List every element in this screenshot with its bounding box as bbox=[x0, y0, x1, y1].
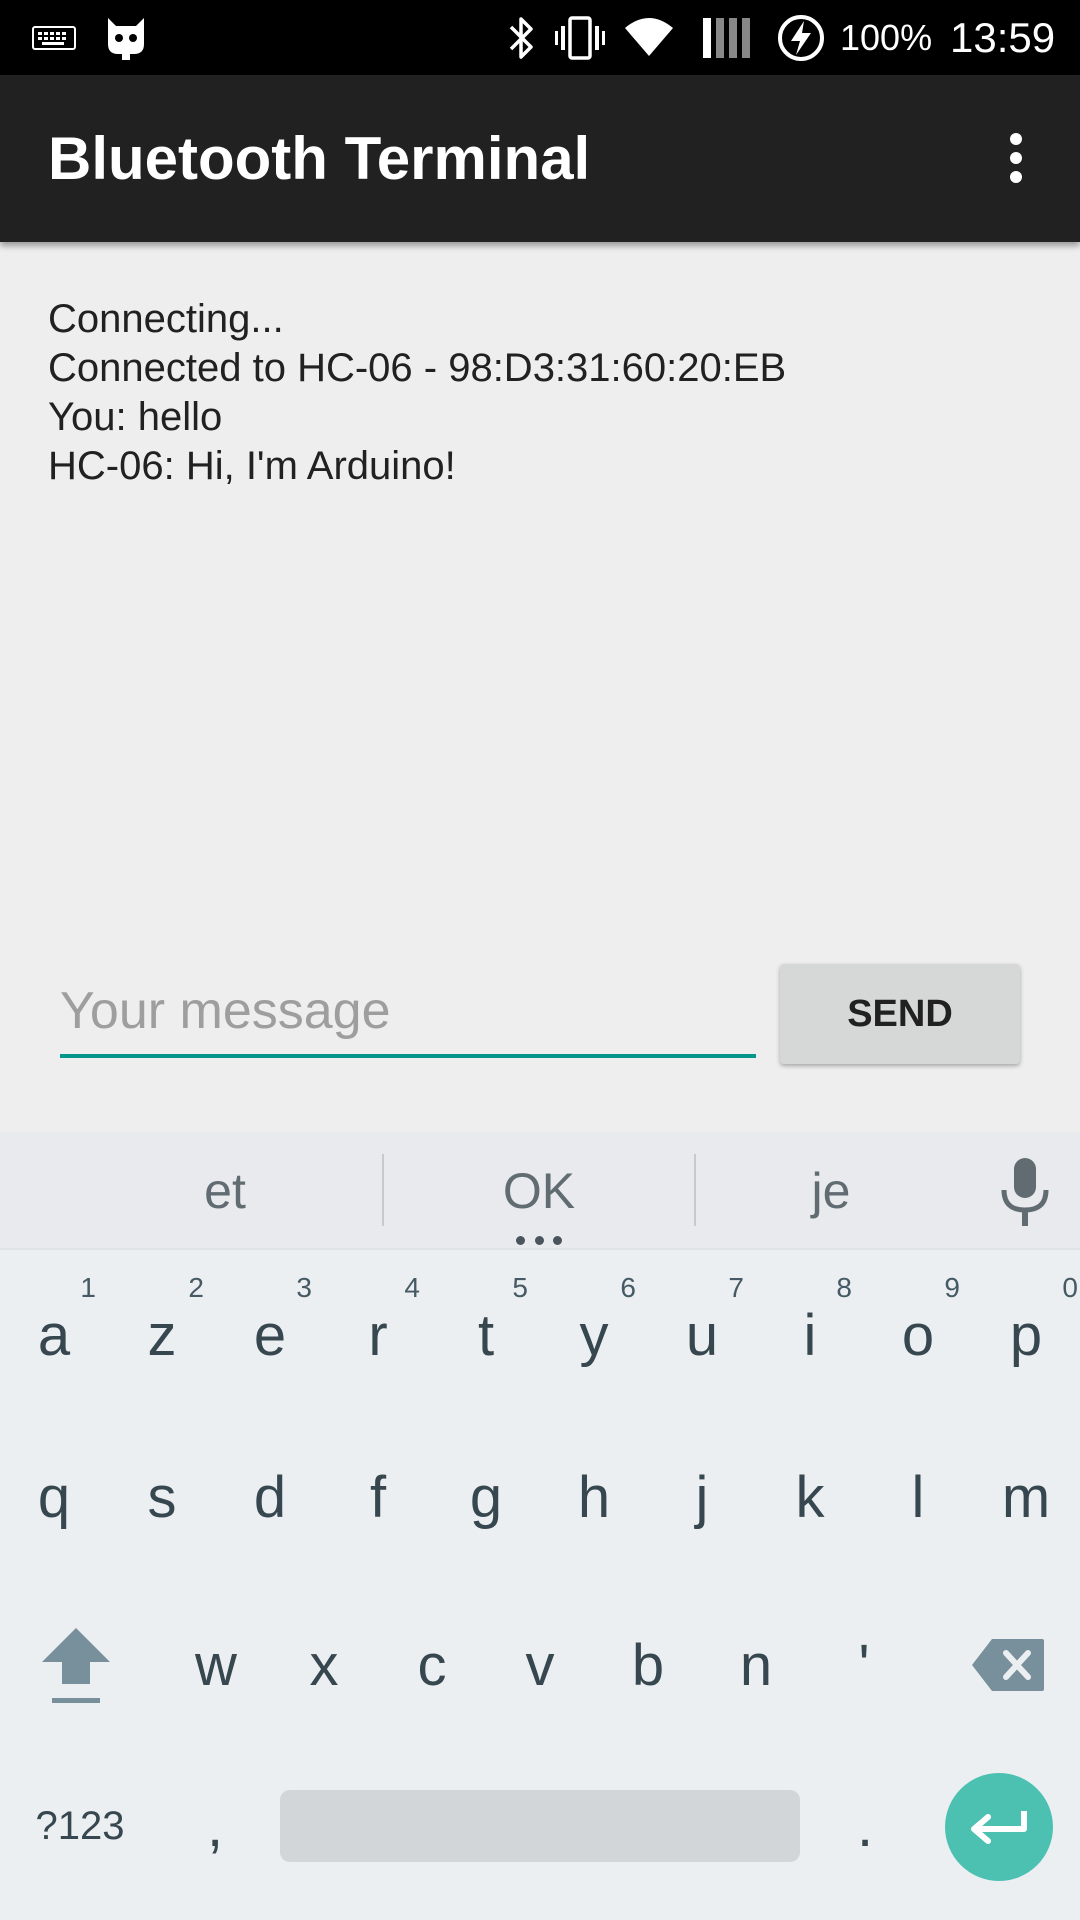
key-g[interactable]: g bbox=[432, 1422, 540, 1572]
shift-key[interactable] bbox=[20, 1590, 132, 1740]
key-comma[interactable]: , bbox=[160, 1766, 270, 1886]
key-u[interactable]: u7 bbox=[648, 1260, 756, 1410]
enter-icon bbox=[971, 1811, 1027, 1844]
key-t[interactable]: t5 bbox=[432, 1260, 540, 1410]
key-h[interactable]: h bbox=[540, 1422, 648, 1572]
battery-charging-icon bbox=[774, 0, 828, 75]
terminal-line: Connecting... bbox=[48, 297, 284, 341]
cyanogen-icon bbox=[102, 0, 150, 75]
suggestion-item[interactable]: et bbox=[70, 1132, 380, 1250]
signal-icon bbox=[700, 0, 756, 75]
status-bar: 100% 13:59 bbox=[0, 0, 1080, 75]
key-j[interactable]: j bbox=[648, 1422, 756, 1572]
key-r[interactable]: r4 bbox=[324, 1260, 432, 1410]
app-bar: Bluetooth Terminal bbox=[0, 75, 1080, 242]
key-a[interactable]: a1 bbox=[0, 1260, 108, 1410]
key-p[interactable]: p0 bbox=[972, 1260, 1080, 1410]
terminal-line: HC-06: Hi, I'm Arduino! bbox=[48, 444, 456, 488]
suggestion-item[interactable]: OK bbox=[384, 1132, 694, 1250]
key-n[interactable]: n bbox=[702, 1590, 810, 1740]
key-c[interactable]: c bbox=[378, 1590, 486, 1740]
terminal-line: Connected to HC-06 - 98:D3:31:60:20:EB bbox=[48, 346, 787, 390]
backspace-icon[interactable] bbox=[952, 1590, 1064, 1740]
suggestion-item[interactable]: je bbox=[696, 1132, 966, 1250]
key-s[interactable]: s bbox=[108, 1422, 216, 1572]
vibrate-icon bbox=[555, 0, 605, 75]
more-vert-icon[interactable] bbox=[976, 118, 1056, 198]
bluetooth-icon bbox=[502, 0, 542, 75]
terminal-output: Connecting... Connected to HC-06 - 98:D3… bbox=[48, 295, 1038, 491]
spacebar[interactable] bbox=[280, 1790, 800, 1862]
key-y[interactable]: y6 bbox=[540, 1260, 648, 1410]
enter-key[interactable] bbox=[945, 1773, 1053, 1881]
clock: 13:59 bbox=[950, 13, 1056, 61]
symbols-key[interactable]: ?123 bbox=[20, 1766, 140, 1886]
key-i[interactable]: i8 bbox=[756, 1260, 864, 1410]
key-m[interactable]: m bbox=[972, 1422, 1080, 1572]
key-b[interactable]: b bbox=[594, 1590, 702, 1740]
key-e[interactable]: e3 bbox=[216, 1260, 324, 1410]
terminal-line: You: hello bbox=[48, 395, 223, 439]
battery-percentage: 100% bbox=[840, 16, 933, 58]
more-suggestions-icon[interactable] bbox=[516, 1236, 562, 1246]
key-x[interactable]: x bbox=[270, 1590, 378, 1740]
message-input[interactable] bbox=[60, 968, 756, 1058]
key-w[interactable]: w bbox=[162, 1590, 270, 1740]
key-period[interactable]: . bbox=[810, 1766, 920, 1886]
app-title: Bluetooth Terminal bbox=[48, 125, 591, 192]
send-button[interactable]: SEND bbox=[780, 964, 1020, 1064]
key-f[interactable]: f bbox=[324, 1422, 432, 1572]
key-apostrophe[interactable]: ' bbox=[810, 1590, 918, 1740]
keyboard-icon bbox=[30, 0, 78, 75]
key-q[interactable]: q bbox=[0, 1422, 108, 1572]
key-k[interactable]: k bbox=[756, 1422, 864, 1572]
key-d[interactable]: d bbox=[216, 1422, 324, 1572]
wifi-icon bbox=[624, 0, 674, 75]
key-z[interactable]: z2 bbox=[108, 1260, 216, 1410]
microphone-icon[interactable] bbox=[990, 1154, 1060, 1230]
suggestion-strip: et OK je bbox=[0, 1132, 1080, 1250]
key-v[interactable]: v bbox=[486, 1590, 594, 1740]
key-o[interactable]: o9 bbox=[864, 1260, 972, 1410]
key-l[interactable]: l bbox=[864, 1422, 972, 1572]
